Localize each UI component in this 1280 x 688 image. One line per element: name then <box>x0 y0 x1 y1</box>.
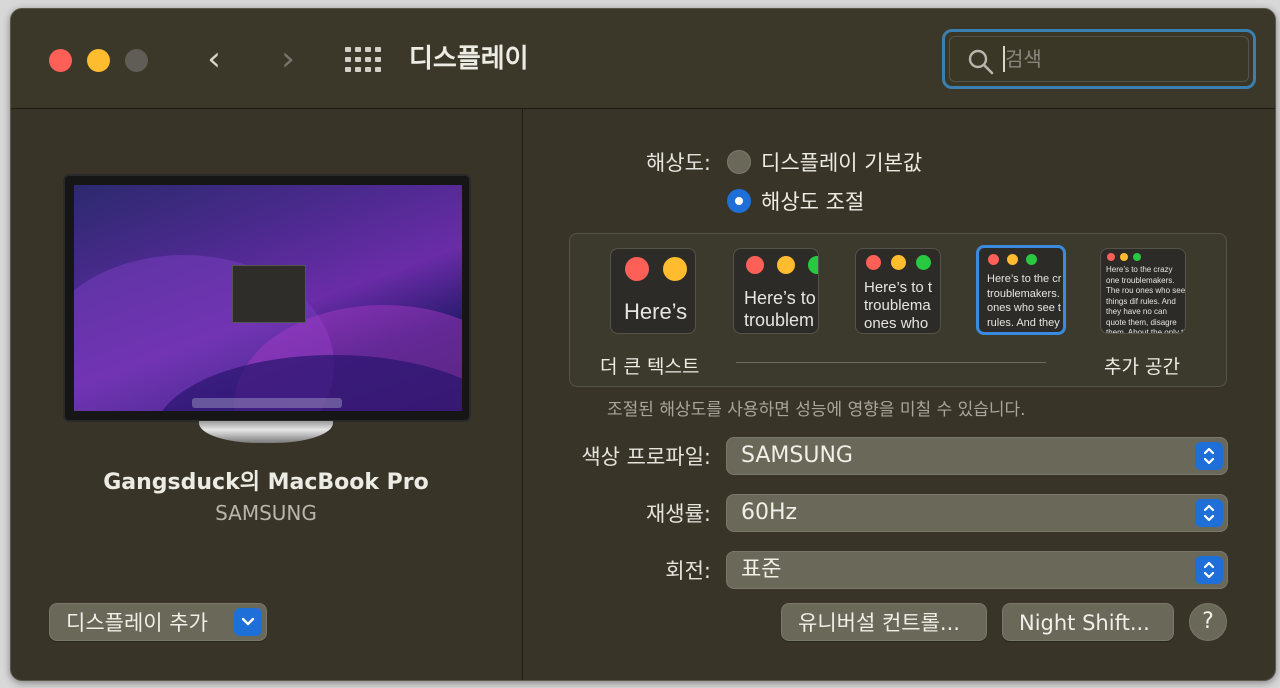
device-model: SAMSUNG <box>215 501 317 525</box>
display-stand <box>199 421 333 443</box>
resolution-default-option[interactable]: 디스플레이 기본값 <box>727 147 922 177</box>
chevron-down-icon <box>234 608 262 636</box>
universal-control-button[interactable]: 유니버설 컨트롤... <box>781 603 987 641</box>
help-button[interactable]: ? <box>1189 603 1227 641</box>
scale-option-4[interactable]: Here’s to the cr troublemakers. ones who… <box>976 245 1066 335</box>
more-space-label: 추가 공간 <box>1104 356 1180 378</box>
scale-option-1[interactable]: Here’s <box>610 248 696 334</box>
rotation-select[interactable]: 표준 <box>726 551 1228 589</box>
scale-option-2[interactable]: Here’s to troublem <box>733 248 819 334</box>
rotation-value: 표준 <box>741 557 782 582</box>
preview-window <box>232 265 306 323</box>
scaling-performance-note: 조절된 해상도를 사용하면 성능에 영향을 미칠 수 있습니다. <box>607 400 1026 420</box>
color-profile-select[interactable]: SAMSUNG <box>726 437 1228 475</box>
refresh-rate-select[interactable]: 60Hz <box>726 494 1228 532</box>
scaling-options-panel: Here’s Here’s to troublem Here’s to t tr… <box>569 233 1227 387</box>
add-display-label: 디스플레이 추가 <box>66 611 208 635</box>
resolution-label: 해상도: <box>645 151 711 175</box>
system-preferences-window: ‹ › 디스플레이 Gangsduck의 MacBoo <box>10 8 1276 681</box>
device-name: Gangsduck의 MacBook Pro <box>103 470 429 495</box>
show-all-grid-icon[interactable] <box>345 47 381 73</box>
up-down-chevron-icon <box>1195 442 1223 470</box>
zoom-window-button[interactable] <box>125 49 148 72</box>
radio-scaled-label: 해상도 조절 <box>761 190 865 214</box>
resolution-scaled-option[interactable]: 해상도 조절 <box>727 186 864 216</box>
window-title: 디스플레이 <box>409 44 529 74</box>
search-icon <box>968 49 994 75</box>
refresh-rate-value: 60Hz <box>741 500 798 525</box>
radio-scaled[interactable] <box>727 189 751 213</box>
scale-sample-text: Here’s to the crazy one troublemakers. T… <box>1106 265 1186 334</box>
scale-sample-text: Here’s to troublem <box>744 288 816 330</box>
up-down-chevron-icon <box>1195 556 1223 584</box>
back-arrow-icon[interactable]: ‹ <box>199 39 229 79</box>
scale-sample-text: Here’s to the cr troublemakers. ones who… <box>987 273 1062 329</box>
night-shift-button[interactable]: Night Shift... <box>1002 603 1174 641</box>
forward-arrow-icon[interactable]: › <box>273 39 303 79</box>
search-field[interactable] <box>942 29 1256 89</box>
color-profile-value: SAMSUNG <box>741 443 853 468</box>
title-bar: ‹ › 디스플레이 <box>11 9 1275 109</box>
scale-option-3[interactable]: Here’s to t troublema ones who <box>855 248 941 334</box>
scale-option-5[interactable]: Here’s to the crazy one troublemakers. T… <box>1100 248 1186 334</box>
pane-divider <box>522 109 523 680</box>
search-input[interactable] <box>1005 44 1225 74</box>
larger-text-label: 더 큰 텍스트 <box>600 356 700 378</box>
display-preview <box>63 174 471 422</box>
rotation-label: 회전: <box>665 559 711 583</box>
scale-sample-text: Here’s to t troublema ones who <box>864 279 933 332</box>
scale-sample-text: Here’s <box>624 299 688 324</box>
display-wallpaper <box>74 185 462 411</box>
radio-default[interactable] <box>727 150 751 174</box>
minimize-window-button[interactable] <box>87 49 110 72</box>
close-window-button[interactable] <box>49 49 72 72</box>
up-down-chevron-icon <box>1195 499 1223 527</box>
scale-slider-track <box>736 362 1046 363</box>
preview-dock <box>192 398 342 408</box>
add-display-button[interactable]: 디스플레이 추가 <box>49 603 267 641</box>
refresh-rate-label: 재생률: <box>645 502 711 526</box>
color-profile-label: 색상 프로파일: <box>581 445 711 469</box>
radio-default-label: 디스플레이 기본값 <box>761 151 923 175</box>
